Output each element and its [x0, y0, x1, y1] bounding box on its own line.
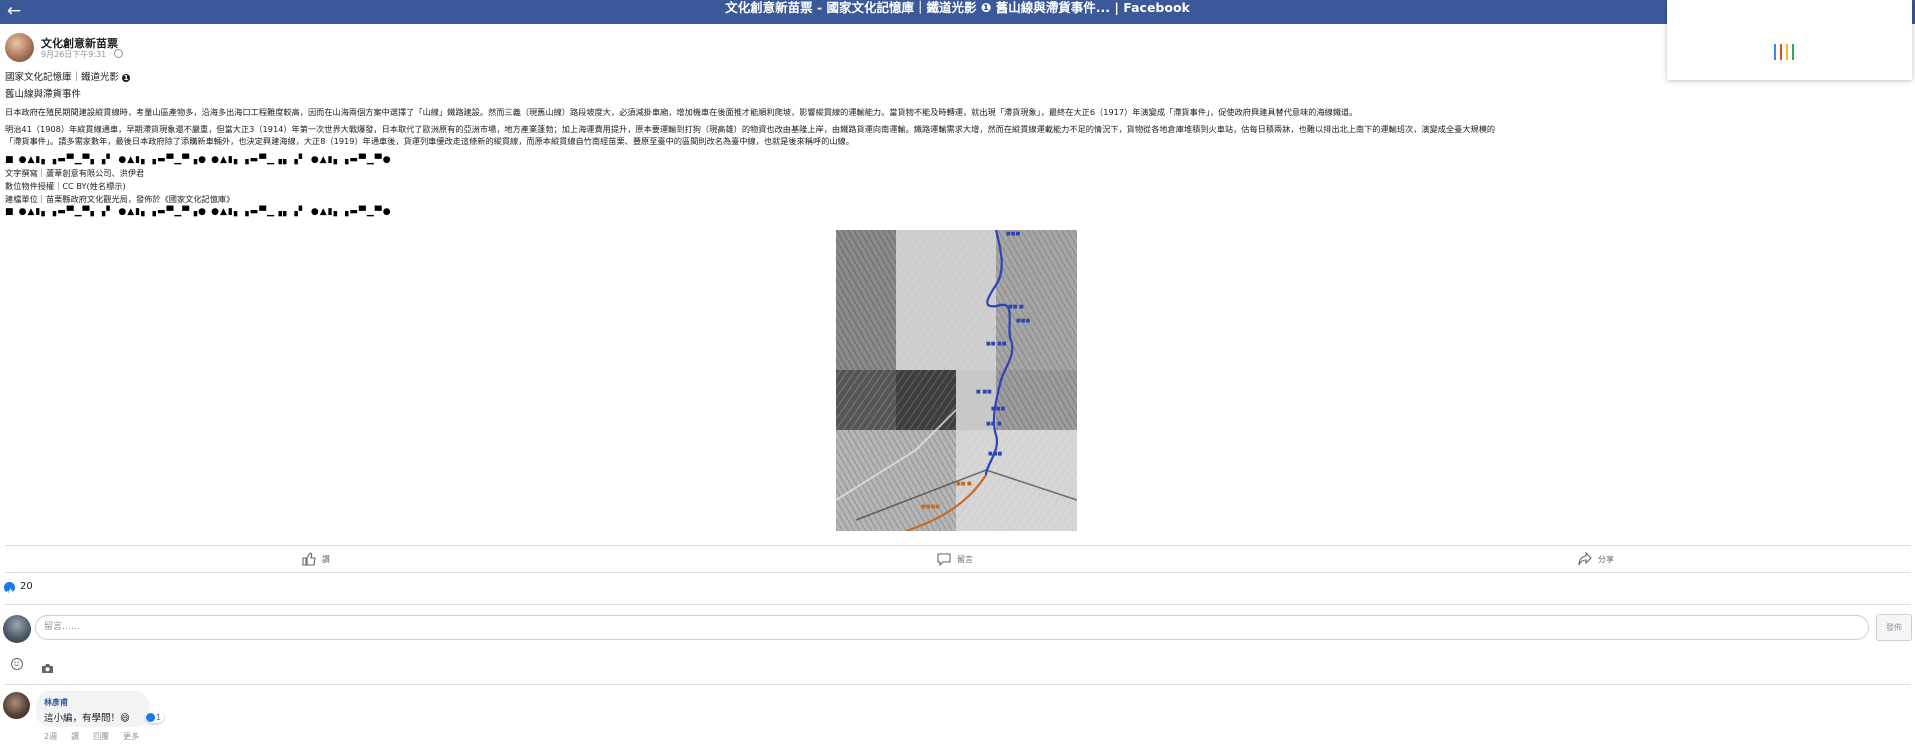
svg-text:■■■: ■■■ — [988, 451, 1002, 457]
share-arrow-icon — [1578, 552, 1592, 566]
loading-panel — [1667, 0, 1912, 80]
like-reaction-icon[interactable] — [4, 582, 15, 595]
top-bar: ← 文化創意新苗票 - 國家文化記憶庫｜鐵道光影 ❶ 舊山線與滯貨事件... |… — [0, 0, 1915, 24]
emoji-decoration-row-bottom: ■ ●▲▮▖▗▬▀▁▀▖▗▘ ●▲▮▖▗▬▀▁▀▗● ●▲▮▖▗▬▀▁▗▖▗▘ … — [5, 207, 392, 217]
comment-input[interactable]: 留言…… — [35, 615, 1869, 640]
user-avatar — [3, 615, 31, 643]
commenter-name[interactable]: 林彥甫 — [44, 697, 68, 708]
comment-actions: 2週 讚 回覆 更多 — [44, 731, 139, 742]
divider-reactions — [5, 604, 1911, 605]
post-paragraph-2a: 明治41（1908）年縱貫線通車，早期滯貨現象還不嚴重，但當大正3（1914）年… — [5, 124, 1496, 134]
emoji-decoration-row: ■ ●▲▮▖▗▬▀▁▀▖▗▘ ●▲▮▖▗▬▀▁▀▗● ●▲▮▖▗▬▀▁▗▖▗▘ … — [5, 155, 392, 165]
comment-like-link[interactable]: 讚 — [71, 731, 79, 742]
globe-icon — [114, 49, 124, 58]
svg-text:■■ ■: ■■ ■ — [1008, 304, 1024, 310]
post-subtitle: 舊山線與滯貨事件 — [5, 89, 82, 100]
like-reaction-icon — [146, 712, 155, 722]
like-label: 讚 — [322, 554, 330, 564]
satellite-map-graphic: ■■■■■ ■■■■ ■■ ■■■ ■■■■■ ■■ ■■■■ ■■ ■■■■■ — [836, 230, 1077, 531]
thumbs-up-icon — [302, 552, 316, 566]
camera-icon[interactable] — [41, 659, 54, 678]
post-paragraph-1: 日本政府在殖民期間建設縱貫線時，考量山區產物多，沿海多出海口工程難度較高，因而在… — [5, 107, 1358, 117]
comment-reaction-badge[interactable]: 1 — [145, 711, 165, 723]
post-timestamp[interactable]: 9月26日下午9:31 · — [41, 49, 124, 60]
svg-text:■■■: ■■■ — [1016, 318, 1030, 324]
reaction-count[interactable]: 20 — [20, 581, 33, 592]
post-map-image[interactable]: ■■■ ■■ ■ ■■■ ■■ ■■ ■ ■■ ■■■ ■■ ■ ■■■ ■■ ■ ■■■■ — [836, 230, 1077, 531]
share-label: 分享 — [1598, 554, 1614, 564]
svg-text:■■■: ■■■ — [991, 406, 1005, 412]
post-comment-button[interactable]: 發佈 — [1876, 614, 1912, 641]
share-button[interactable]: 分享 — [1578, 551, 1614, 567]
comment-button[interactable]: 留言 — [937, 551, 973, 567]
divider-composer — [5, 684, 1911, 685]
svg-text:■■ ■: ■■ ■ — [986, 421, 1002, 427]
commenter-avatar[interactable] — [3, 692, 30, 719]
like-button[interactable]: 讚 — [302, 551, 330, 567]
page-avatar[interactable] — [5, 33, 34, 62]
comment-label: 留言 — [957, 554, 973, 564]
loading-spinner-icon — [1774, 44, 1794, 60]
comment-reply-link[interactable]: 回覆 — [93, 731, 109, 742]
svg-text:■ ■■: ■ ■■ — [976, 389, 992, 395]
svg-text:■■ ■■: ■■ ■■ — [986, 341, 1007, 347]
number-one-icon: 1 — [122, 74, 131, 82]
emoji-icon[interactable] — [11, 658, 23, 670]
svg-text:■■■■: ■■■■ — [921, 504, 940, 510]
post-paragraph-2b: 「滯貨事件」。請多需家數年，最後日本政府除了添購新車輛外，也決定興建海線，大正8… — [5, 136, 854, 146]
svg-text:■■ ■: ■■ ■ — [956, 481, 972, 487]
comment-reaction-count: 1 — [156, 712, 162, 722]
svg-text:■■■: ■■■ — [1006, 231, 1020, 237]
divider-top — [5, 545, 1911, 546]
credit-author: 文字撰寫｜蘆葦創意有限公司、洪伊君 — [5, 168, 145, 178]
comment-more-link[interactable]: 更多 — [123, 731, 139, 742]
comment-age[interactable]: 2週 — [44, 731, 57, 742]
speech-bubble-icon — [937, 553, 951, 566]
credit-license: 數位物件授權｜CC BY(姓名標示) — [5, 181, 126, 191]
page-title: 文化創意新苗票 - 國家文化記憶庫｜鐵道光影 ❶ 舊山線與滯貨事件... | F… — [725, 0, 1190, 15]
divider-actions — [5, 572, 1911, 573]
comment-text: 這小編，有學問！😄 — [44, 713, 130, 724]
credit-archive: 建檔單位｜苗栗縣政府文化觀光局，發佈於《國家文化記憶庫》 — [5, 194, 235, 204]
post-header-line: 國家文化記憶庫｜鐵道光影 1 — [5, 72, 131, 83]
